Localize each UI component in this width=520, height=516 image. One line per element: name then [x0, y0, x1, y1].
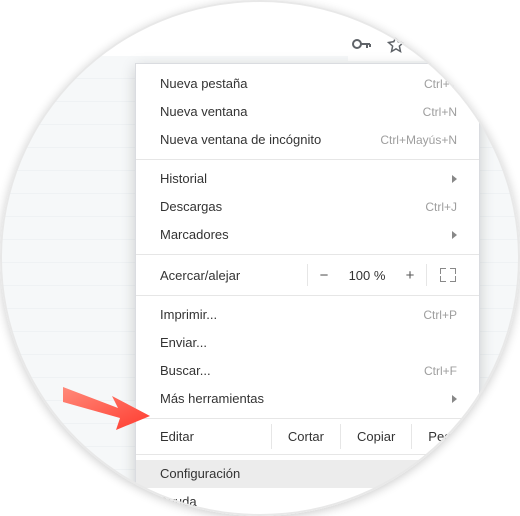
menu-label: Nueva ventana [160, 103, 247, 121]
menu-label: Configuración [160, 465, 240, 483]
menu-shortcut: Ctrl+J [425, 198, 457, 216]
zoom-label: Acercar/alejar [160, 268, 307, 283]
menu-separator [136, 418, 479, 419]
menu-help[interactable]: Ayuda [136, 488, 479, 516]
zoom-in-button[interactable]: + [394, 265, 426, 286]
zoom-out-button[interactable]: − [308, 265, 340, 286]
fullscreen-button[interactable] [427, 268, 469, 282]
menu-incognito[interactable]: Nueva ventana de incógnito Ctrl+Mayús+N [136, 126, 479, 154]
browser-toolbar [348, 27, 478, 61]
menu-separator [136, 159, 479, 160]
fullscreen-icon [440, 268, 456, 282]
menu-separator [136, 254, 479, 255]
menu-separator [136, 454, 479, 455]
menu-bookmarks[interactable]: Marcadores [136, 221, 479, 249]
menu-settings[interactable]: Configuración [136, 460, 479, 488]
chrome-main-menu: Nueva pestaña Ctrl+T Nueva ventana Ctrl+… [135, 63, 480, 516]
menu-separator [136, 295, 479, 296]
menu-shortcut: Ctrl+F [424, 362, 457, 380]
menu-more-tools[interactable]: Más herramientas [136, 385, 479, 413]
bookmark-star-icon[interactable] [386, 34, 406, 54]
edit-paste-button[interactable]: Pegar [411, 424, 479, 449]
password-key-icon[interactable] [352, 34, 372, 54]
menu-label: Marcadores [160, 226, 229, 244]
menu-zoom: Acercar/alejar − 100 % + [136, 260, 479, 290]
menu-label: Más herramientas [160, 390, 264, 408]
menu-label: Imprimir... [160, 306, 217, 324]
menu-label: Nueva pestaña [160, 75, 247, 93]
edit-cut-button[interactable]: Cortar [271, 424, 340, 449]
menu-label: Ayuda [160, 493, 197, 511]
chevron-right-icon [452, 395, 457, 403]
chrome-menu-icon[interactable] [454, 31, 474, 57]
menu-new-tab[interactable]: Nueva pestaña Ctrl+T [136, 70, 479, 98]
menu-shortcut: Ctrl+N [423, 103, 457, 121]
menu-cast[interactable]: Enviar... [136, 329, 479, 357]
menu-label: Nueva ventana de incógnito [160, 131, 321, 149]
menu-shortcut: Ctrl+T [424, 75, 457, 93]
menu-history[interactable]: Historial [136, 165, 479, 193]
edit-label: Editar [160, 424, 271, 449]
extension-icon[interactable] [420, 34, 440, 54]
menu-print[interactable]: Imprimir... Ctrl+P [136, 301, 479, 329]
menu-shortcut: Ctrl+P [423, 306, 457, 324]
menu-edit: Editar Cortar Copiar Pegar [136, 424, 479, 449]
menu-find[interactable]: Buscar... Ctrl+F [136, 357, 479, 385]
menu-shortcut: Ctrl+Mayús+N [380, 131, 457, 149]
menu-downloads[interactable]: Descargas Ctrl+J [136, 193, 479, 221]
menu-label: Descargas [160, 198, 222, 216]
zoom-value: 100 % [340, 268, 394, 283]
edit-copy-button[interactable]: Copiar [340, 424, 411, 449]
menu-label: Buscar... [160, 362, 211, 380]
chevron-right-icon [452, 498, 457, 506]
chevron-right-icon [452, 175, 457, 183]
menu-label: Historial [160, 170, 207, 188]
menu-label: Enviar... [160, 334, 207, 352]
chevron-right-icon [452, 231, 457, 239]
menu-new-window[interactable]: Nueva ventana Ctrl+N [136, 98, 479, 126]
